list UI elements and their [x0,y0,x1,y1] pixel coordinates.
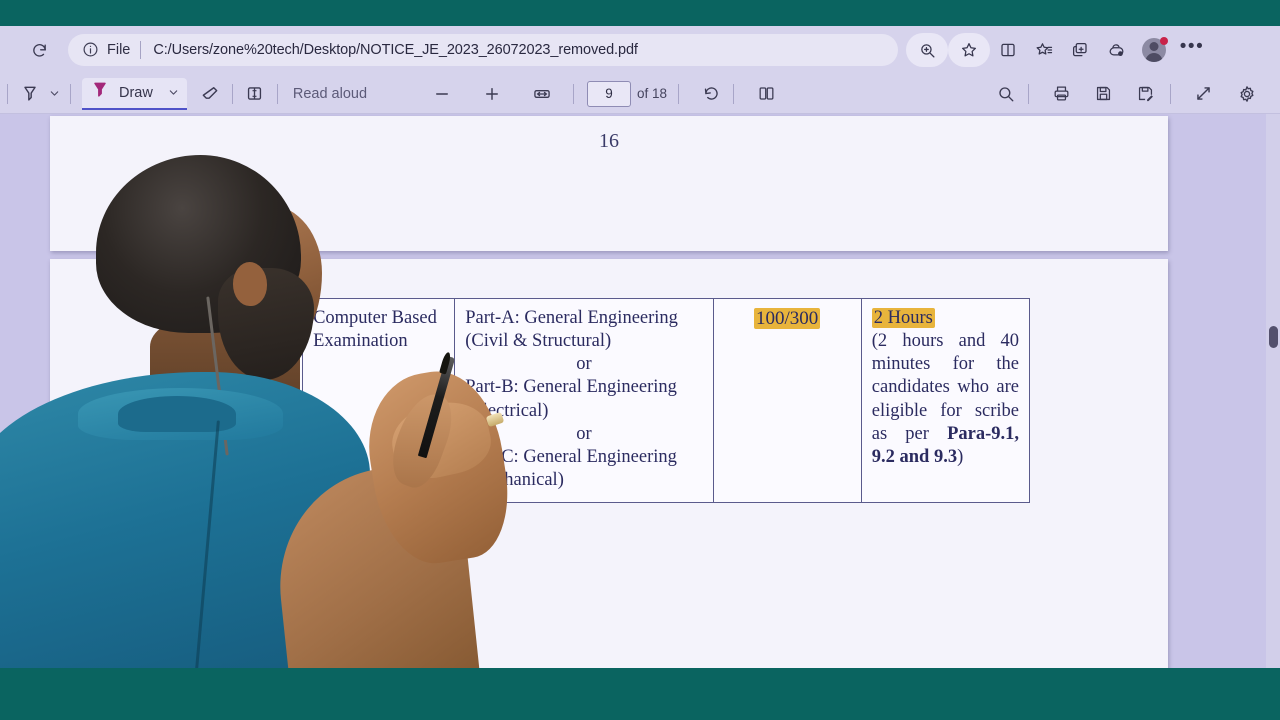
marks-highlight: 100/300 [754,308,821,329]
profile-avatar[interactable] [1134,33,1174,67]
page-number-input[interactable]: 9 [587,80,632,107]
browser-actions: ••• [906,33,1210,67]
address-bar[interactable]: File C:/Users/zone%20tech/Desktop/NOTICE… [68,34,898,66]
read-aloud-button[interactable]: Read aloud [285,86,375,102]
reload-icon[interactable] [22,33,56,67]
toolbar-divider [1028,83,1029,104]
pdf-toolbar: Draw Read aloud 9 of 18 [0,74,1280,114]
screen-capture: 16 -II Computer Based Examination Part-A… [0,0,1280,720]
address-divider [140,41,142,59]
more-options-icon[interactable]: ••• [1174,33,1210,67]
toolbar-divider [231,83,233,104]
presenter-ear [233,262,267,306]
copilot-icon[interactable] [1098,33,1134,67]
page-total-label: of 18 [637,86,668,101]
zoom-out-button[interactable] [427,79,457,109]
split-screen-icon[interactable] [990,33,1026,67]
toolbar-divider [573,83,575,104]
save-as-icon[interactable] [1130,79,1160,109]
zoom-in-button[interactable] [477,79,507,109]
favorites-list-icon[interactable] [1026,33,1062,67]
document-page-number: 16 [599,130,619,152]
zoom-search-icon[interactable] [906,33,948,67]
info-circle-icon[interactable] [82,41,100,59]
rotate-icon[interactable] [696,79,726,109]
favorites-star-icon[interactable] [948,33,990,67]
draw-tool-button[interactable]: Draw [82,77,187,110]
toolbar-divider [1170,83,1171,104]
browser-chrome: File C:/Users/zone%20tech/Desktop/NOTICE… [0,26,1280,74]
fullscreen-icon[interactable] [1188,79,1218,109]
settings-gear-icon[interactable] [1232,79,1262,109]
vertical-scrollbar[interactable] [1266,114,1280,674]
fit-to-page-button[interactable] [527,79,557,109]
more-options-label: ••• [1179,35,1205,57]
cell-marks: 100/300 [712,298,862,503]
video-band-bottom [0,668,1280,720]
duration-note-text-end: ) [957,446,964,467]
duration-highlight: 2 Hours [871,308,935,328]
duration-note: (2 hours and 40 minutes for the candidat… [872,330,1019,469]
text-selection-icon[interactable] [240,79,270,109]
polo-collar [78,388,283,440]
toolbar-divider [733,83,735,104]
draw-tool-label: Draw [119,84,153,101]
toolbar-divider [70,83,71,104]
address-url-text: C:/Users/zone%20tech/Desktop/NOTICE_JE_2… [153,42,638,58]
scrollbar-thumb[interactable] [1269,326,1278,348]
page-view-icon[interactable] [751,79,781,109]
highlighter-icon[interactable] [15,79,45,109]
find-icon[interactable] [991,79,1021,109]
toolbar-divider [7,83,8,104]
profile-notification-badge [1160,37,1168,45]
video-band-top [0,0,1280,26]
toolbar-divider [678,83,680,104]
cell-duration: 2 Hours (2 hours and 40 minutes for the … [860,298,1031,503]
erase-tool-icon[interactable] [195,79,225,109]
print-icon[interactable] [1046,79,1076,109]
subject-or-1: or [576,354,592,375]
collections-icon[interactable] [1062,33,1098,67]
highlighter-dropdown-icon[interactable] [45,80,63,108]
subject-part-a: Part-A: General Engineering (Civil & Str… [465,308,678,352]
draw-dropdown-icon[interactable] [165,79,183,107]
address-scheme-label: File [107,42,131,58]
pen-tool-icon [90,80,110,105]
save-icon[interactable] [1088,79,1118,109]
toolbar-divider [276,83,278,104]
